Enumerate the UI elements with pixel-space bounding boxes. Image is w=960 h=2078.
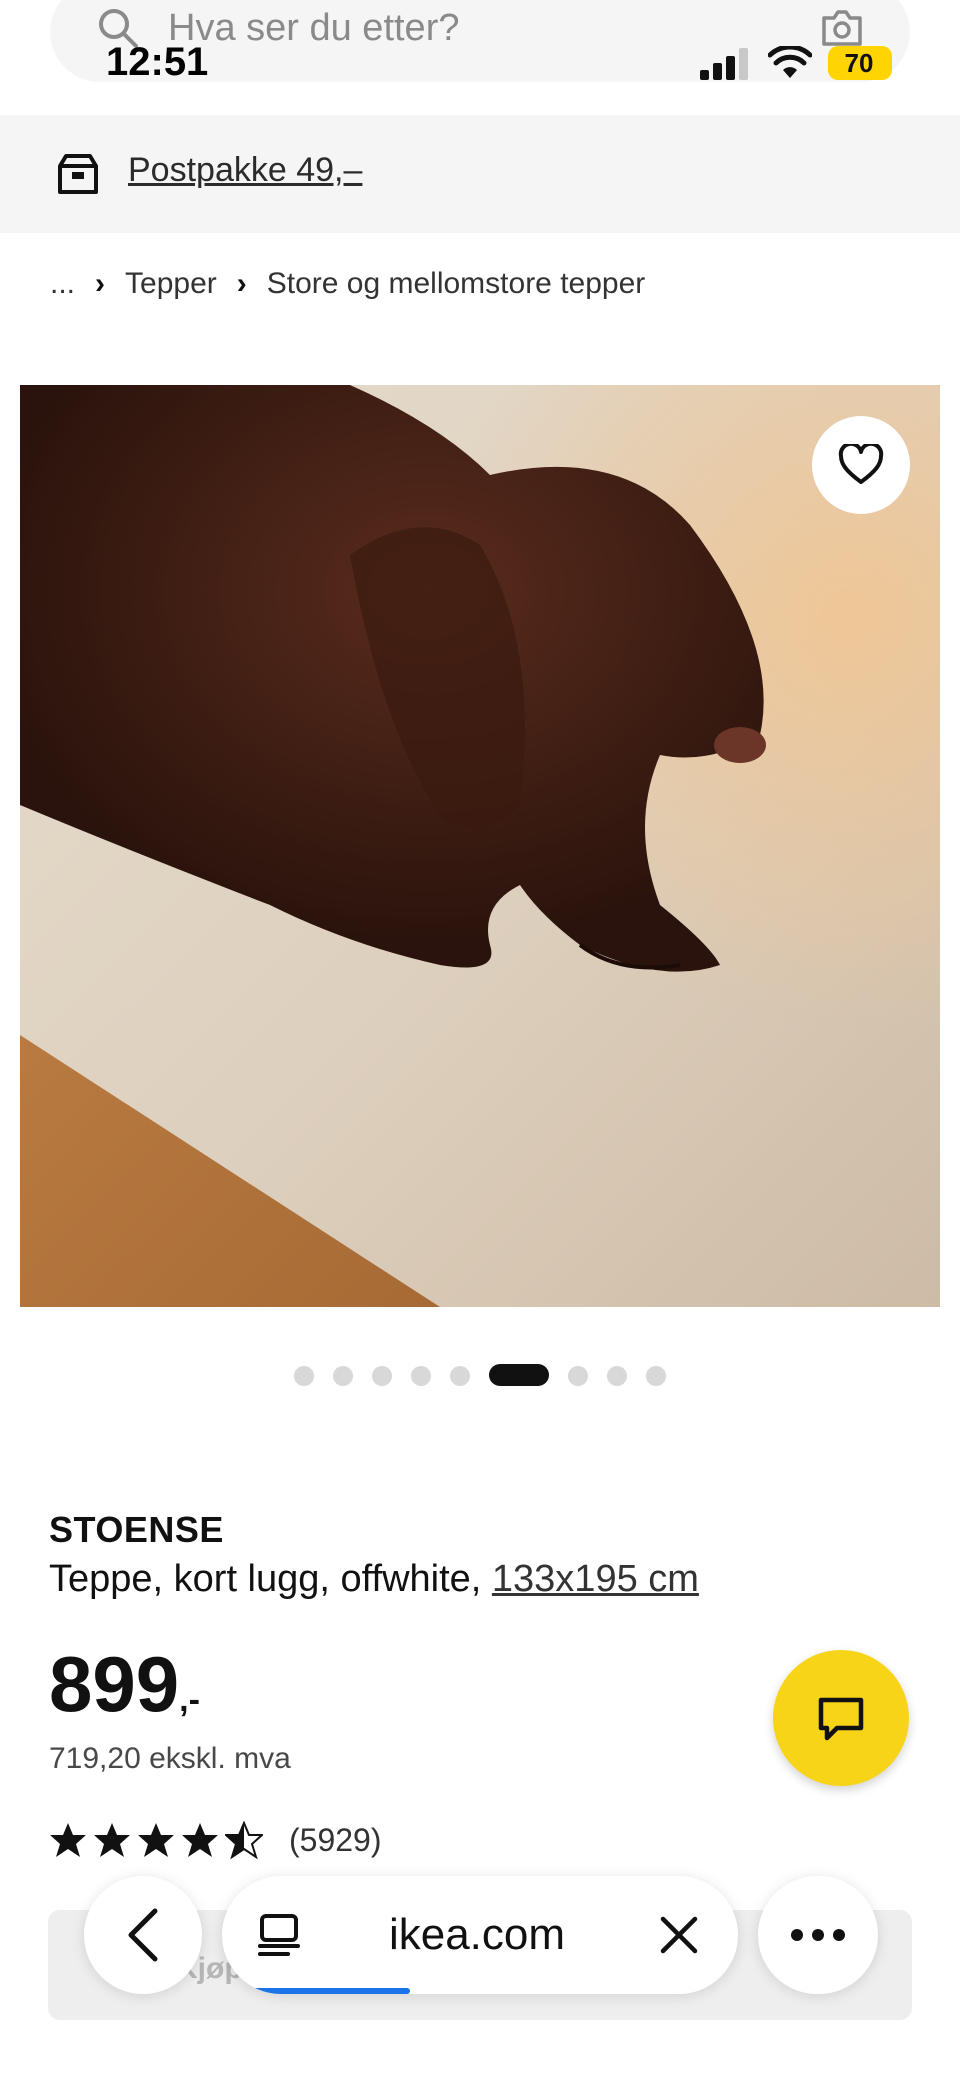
product-price: 899,- <box>49 1642 200 1742</box>
wifi-icon <box>768 46 812 78</box>
breadcrumb-item-tepper[interactable]: Tepper <box>125 267 217 300</box>
price-suffix: ,- <box>179 1681 200 1719</box>
product-rating[interactable]: (5929) <box>49 1818 382 1862</box>
product-name: STOENSE <box>49 1509 224 1550</box>
carousel-dot[interactable] <box>450 1366 470 1386</box>
tabs-icon[interactable] <box>256 1912 302 1958</box>
page-load-progress <box>246 1988 410 1994</box>
price-excl-vat: 719,20 ekskl. mva <box>49 1742 291 1775</box>
chevron-right-icon: › <box>95 267 106 300</box>
price-value: 899 <box>49 1640 180 1728</box>
carousel-dot[interactable] <box>646 1366 666 1386</box>
more-dots-icon <box>791 1929 845 1941</box>
carousel-dot-active[interactable] <box>489 1364 549 1386</box>
battery-level: 70 <box>844 48 874 78</box>
search-placeholder[interactable]: Hva ser du etter? <box>168 6 459 50</box>
star-icon <box>182 1823 218 1857</box>
star-icon <box>138 1823 174 1857</box>
camera-icon[interactable] <box>818 6 866 50</box>
product-description: Teppe, kort lugg, offwhite, 133x195 cm <box>49 1556 699 1602</box>
carousel-dot[interactable] <box>411 1366 431 1386</box>
product-image[interactable] <box>20 385 940 1307</box>
url-text[interactable]: ikea.com <box>332 1910 622 1960</box>
delivery-link[interactable]: Postpakke 49,– <box>128 148 362 192</box>
chat-button[interactable] <box>773 1650 909 1786</box>
breadcrumb-item-store-tepper[interactable]: Store og mellomstore tepper <box>267 267 646 300</box>
heart-icon <box>838 444 884 484</box>
rating-count[interactable]: (5929) <box>289 1818 382 1862</box>
breadcrumb: ... › Tepper › Store og mellomstore tepper <box>50 264 645 304</box>
carousel-dot[interactable] <box>333 1366 353 1386</box>
cellular-signal-icon <box>700 48 748 80</box>
favorite-button[interactable] <box>812 416 910 514</box>
carousel-dot[interactable] <box>372 1366 392 1386</box>
carousel-dot[interactable] <box>294 1366 314 1386</box>
star-icon <box>50 1823 86 1857</box>
breadcrumb-ellipsis[interactable]: ... <box>50 267 75 300</box>
close-icon[interactable] <box>658 1914 700 1956</box>
carousel-dot[interactable] <box>607 1366 627 1386</box>
more-options-button[interactable] <box>758 1876 878 1994</box>
product-size-link[interactable]: 133x195 cm <box>492 1558 699 1600</box>
delivery-box-icon <box>58 154 98 194</box>
star-icon <box>94 1823 130 1857</box>
chat-icon <box>818 1697 864 1741</box>
star-half-icon <box>225 1821 263 1859</box>
carousel-dot[interactable] <box>568 1366 588 1386</box>
carousel-dots <box>0 1364 960 1388</box>
chevron-right-icon: › <box>236 267 247 300</box>
product-description-text: Teppe, kort lugg, offwhite, <box>49 1558 492 1600</box>
chevron-left-icon <box>128 1908 158 1962</box>
status-time: 12:51 <box>106 40 209 84</box>
address-bar[interactable]: ikea.com <box>222 1876 738 1994</box>
back-button[interactable] <box>84 1876 202 1994</box>
